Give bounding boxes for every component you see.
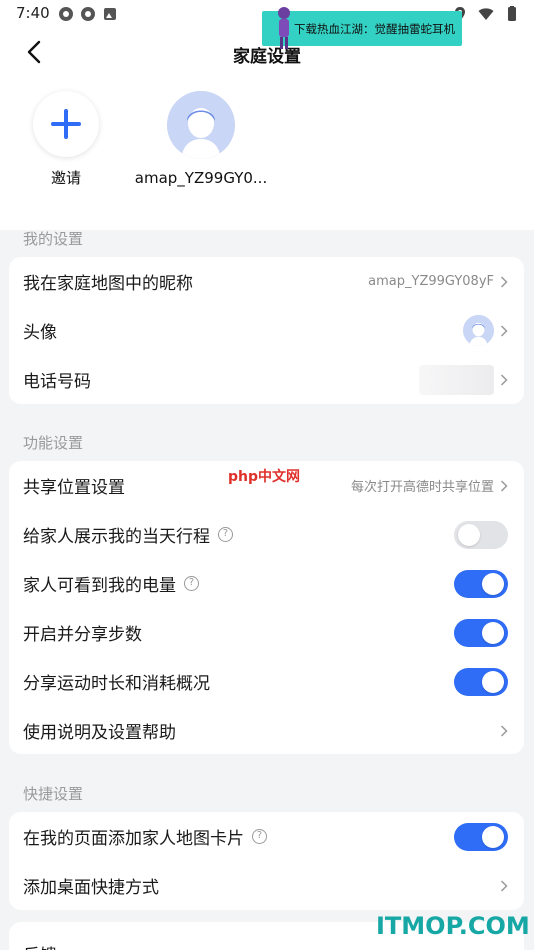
share-location-label: 共享位置设置 — [23, 478, 125, 498]
map-card-label: 在我的页面添加家人地图卡片 — [23, 829, 244, 849]
exercise-label: 分享运动时长和消耗概况 — [23, 674, 210, 694]
nickname-value: amap_YZ99GY08yF — [368, 274, 494, 289]
status-system-icons — [452, 6, 520, 22]
help-icon[interactable]: ? — [252, 829, 267, 844]
status-notification-icons — [58, 6, 118, 22]
ad-banner[interactable]: 下载热血江湖：觉醒抽雷蛇耳机 — [262, 7, 462, 49]
user-avatar-icon — [463, 315, 494, 346]
page-header: 家庭设置 邀请 amap_YZ99GY0... — [0, 30, 534, 230]
wifi-icon — [478, 8, 494, 20]
notification-app-icon — [81, 7, 95, 21]
user-avatar-icon — [167, 91, 235, 159]
php-watermark: php中文网 — [228, 469, 301, 485]
show-itinerary-label: 给家人展示我的当天行程 — [23, 527, 210, 547]
notification-image-icon — [104, 8, 116, 20]
nickname-label: 我在家庭地图中的昵称 — [23, 274, 193, 294]
notification-app-icon — [59, 7, 73, 21]
nickname-row[interactable]: 我在家庭地图中的昵称 amap_YZ99GY08yF — [9, 257, 524, 306]
avatar-label: 头像 — [23, 323, 57, 343]
my-settings-card: 我在家庭地图中的昵称 amap_YZ99GY08yF 头像 电话号码 — [9, 257, 524, 404]
help-row[interactable]: 使用说明及设置帮助 — [9, 706, 524, 754]
exercise-row: 分享运动时长和消耗概况 — [9, 657, 524, 706]
small-avatar — [463, 315, 494, 346]
map-card-row: 在我的页面添加家人地图卡片 ? — [9, 812, 524, 861]
help-label: 使用说明及设置帮助 — [23, 723, 176, 743]
chevron-right-icon — [500, 275, 508, 288]
section-title-my-settings: 我的设置 — [23, 230, 84, 248]
game-character-icon — [278, 7, 290, 49]
plus-icon — [51, 109, 81, 139]
desktop-shortcut-row[interactable]: 添加桌面快捷方式 — [9, 861, 524, 910]
battery-icon — [508, 6, 516, 21]
phone-label: 电话号码 — [23, 372, 91, 392]
section-title-features: 功能设置 — [23, 434, 84, 452]
steps-toggle[interactable] — [454, 618, 508, 647]
shortcut-settings-card: 在我的页面添加家人地图卡片 ? 添加桌面快捷方式 — [9, 812, 524, 910]
steps-row: 开启并分享步数 — [9, 608, 524, 657]
invite-circle[interactable] — [33, 91, 99, 157]
battery-label: 家人可看到我的电量 — [23, 576, 176, 596]
avatar-row[interactable]: 头像 — [9, 306, 524, 355]
help-icon[interactable]: ? — [184, 576, 199, 591]
member-avatar[interactable] — [167, 91, 235, 159]
chevron-right-icon — [500, 724, 508, 737]
show-itinerary-row: 给家人展示我的当天行程 ? — [9, 510, 524, 559]
chevron-right-icon — [500, 324, 508, 337]
show-itinerary-toggle[interactable] — [454, 520, 508, 549]
map-card-toggle[interactable] — [454, 822, 508, 851]
itmop-watermark: ITMOP.COM — [376, 912, 530, 940]
help-icon[interactable]: ? — [218, 527, 233, 542]
share-location-value: 每次打开高德时共享位置 — [350, 480, 494, 495]
phone-number-redacted — [419, 364, 494, 395]
section-title-shortcuts: 快捷设置 — [23, 785, 84, 803]
chevron-right-icon — [500, 373, 508, 386]
battery-row: 家人可看到我的电量 ? — [9, 559, 524, 608]
feedback-label: 反馈 — [23, 941, 57, 950]
chevron-right-icon — [500, 479, 508, 492]
family-member[interactable]: amap_YZ99GY0... — [126, 91, 276, 187]
invite-label: 邀请 — [50, 169, 81, 187]
chevron-right-icon — [500, 879, 508, 892]
desktop-shortcut-label: 添加桌面快捷方式 — [23, 878, 159, 898]
ad-banner-text: 下载热血江湖：觉醒抽雷蛇耳机 — [294, 22, 455, 36]
member-name: amap_YZ99GY0... — [134, 169, 268, 187]
status-time: 7:40 — [16, 4, 50, 22]
invite-member-button[interactable]: 邀请 — [0, 91, 141, 188]
phone-row[interactable]: 电话号码 — [9, 355, 524, 404]
feature-settings-card: 共享位置设置 每次打开高德时共享位置 给家人展示我的当天行程 ? 家人可看到我的… — [9, 461, 524, 754]
battery-toggle[interactable] — [454, 569, 508, 598]
exercise-toggle[interactable] — [454, 667, 508, 696]
steps-label: 开启并分享步数 — [23, 625, 142, 645]
